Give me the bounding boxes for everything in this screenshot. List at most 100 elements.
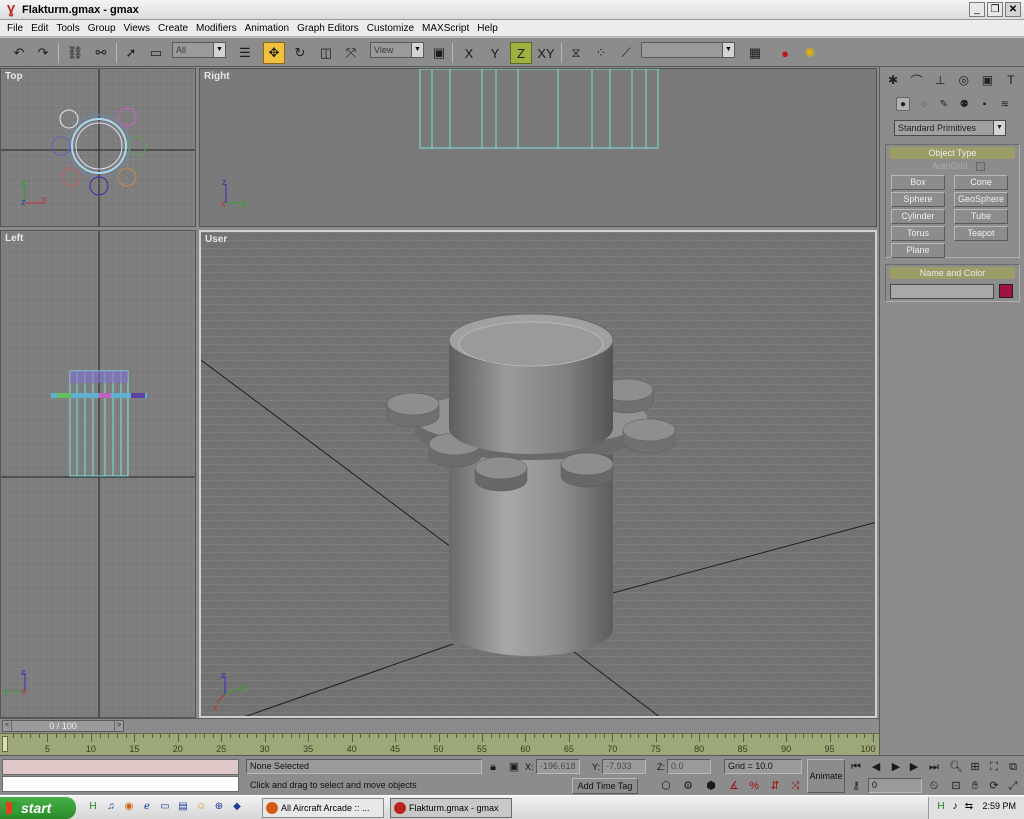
y-coord-field[interactable]: -7.933 (602, 759, 646, 774)
quicklaunch-search-icon[interactable]: ⊕ (212, 800, 226, 814)
box-button[interactable]: Box (891, 175, 945, 190)
selection-filter-dropdown[interactable]: All ▼ (172, 42, 226, 58)
viewport-left[interactable]: Left z y x (0, 230, 196, 718)
degradation-override-icon[interactable]: ⬡ (658, 778, 674, 794)
select-and-move-icon[interactable]: ✥ (263, 42, 285, 64)
pan-icon[interactable]: ✋︎ (967, 778, 983, 794)
menu-help[interactable]: Help (473, 23, 502, 34)
tray-speaker-icon[interactable]: ♪ (949, 801, 961, 813)
named-selection-dropdown[interactable]: ▼ (641, 42, 735, 58)
object-name-field[interactable] (890, 284, 994, 299)
next-frame-icon[interactable]: ▶ (906, 759, 922, 775)
zoom-all-icon[interactable]: ⊞ (967, 759, 983, 775)
align-icon[interactable]: ⟋ (615, 42, 637, 64)
region-zoom-icon[interactable]: ⊡ (948, 778, 964, 794)
lights-icon[interactable]: ✎ (937, 97, 951, 111)
helpers-icon[interactable]: ▪ (978, 97, 992, 111)
plane-button[interactable]: Plane (891, 243, 945, 258)
viewport-user[interactable]: User z y x (199, 230, 877, 718)
restrict-z-icon[interactable]: Z (510, 42, 532, 64)
percent-snap-icon[interactable]: % (746, 778, 762, 794)
tray-app-icon[interactable]: H (935, 801, 947, 813)
viewport-right[interactable]: Right z y x (199, 68, 877, 227)
track-bar[interactable]: 5 10 15 20 25 30 35 40 45 50 55 60 65 70 75 80 85 90 95 100 (0, 733, 879, 755)
key-mode-icon[interactable]: ⚷ (848, 778, 864, 794)
geosphere-button[interactable]: GeoSphere (954, 192, 1008, 207)
quicklaunch-desktop-icon[interactable]: ▭ (158, 800, 172, 814)
render-icon[interactable]: ✺ (799, 42, 821, 64)
quicklaunch-firefox-icon[interactable]: ◉ (122, 800, 136, 814)
shapes-icon[interactable]: ◌ (916, 97, 930, 111)
play-icon[interactable]: ▶ (888, 759, 904, 775)
zoom-extents-all-icon[interactable]: ⧉ (1005, 759, 1021, 775)
quicklaunch-app2-icon[interactable]: ◆ (230, 800, 244, 814)
select-manipulate-icon[interactable]: ⤧ (340, 42, 362, 64)
autogrid-checkbox[interactable] (976, 162, 985, 171)
torus-button[interactable]: Torus (891, 226, 945, 241)
restrict-y-icon[interactable]: Y (484, 42, 506, 64)
menu-file[interactable]: File (3, 23, 27, 34)
geometry-icon[interactable]: ● (896, 97, 910, 111)
object-type-header[interactable]: Object Type (890, 147, 1015, 159)
motion-tab-icon[interactable]: ◎ (955, 71, 973, 89)
menu-modifiers[interactable]: Modifiers (192, 23, 241, 34)
object-color-swatch[interactable] (999, 284, 1013, 298)
cameras-icon[interactable]: ⚉ (957, 97, 971, 111)
cone-button[interactable]: Cone (954, 175, 1008, 190)
display-tab-icon[interactable]: ▣ (978, 71, 996, 89)
quicklaunch-media-icon[interactable]: ♫ (104, 800, 118, 814)
select-object-icon[interactable]: ➚ (120, 42, 142, 64)
time-config-icon[interactable]: ⏲ (926, 778, 942, 794)
minimize-button[interactable]: _ (969, 2, 985, 17)
snap-toggle-icon[interactable]: ⬢ (703, 778, 719, 794)
select-and-scale-icon[interactable]: ◫ (315, 42, 337, 64)
menu-group[interactable]: Group (84, 23, 120, 34)
taskbar-item-gmax[interactable]: Flakturm.gmax - gmax (390, 798, 512, 818)
sphere-button[interactable]: Sphere (891, 192, 945, 207)
crossing-selection-icon[interactable]: ⚙ (680, 778, 696, 794)
utilities-tab-icon[interactable]: T (1002, 71, 1020, 89)
spinner-snap-2-icon[interactable]: ⤨ (787, 778, 803, 794)
go-to-end-icon[interactable]: ⏭ (926, 759, 942, 775)
select-by-name-icon[interactable]: ☰ (234, 42, 256, 64)
viewport-top[interactable]: Top y x z (0, 68, 196, 227)
create-tab-icon[interactable]: ✱ (884, 71, 902, 89)
modify-tab-icon[interactable]: ⌒ (908, 71, 926, 89)
maxscript-listener-input[interactable] (2, 759, 239, 775)
z-coord-field[interactable]: 0.0 (667, 759, 711, 774)
add-time-tag-button[interactable]: Add Time Tag (572, 778, 638, 794)
angle-snap-icon[interactable]: ∡ (726, 778, 742, 794)
time-slider[interactable]: < 0 / 100 > (0, 718, 879, 733)
quicklaunch-folder-icon[interactable]: ▤ (176, 800, 190, 814)
reference-coord-dropdown[interactable]: View ▼ (370, 42, 424, 58)
restrict-x-icon[interactable]: X (458, 42, 480, 64)
quicklaunch-messenger-icon[interactable]: ☺ (194, 800, 208, 814)
chevron-right-icon[interactable]: > (114, 721, 123, 731)
chevron-left-icon[interactable]: < (3, 721, 12, 731)
lock-selection-icon[interactable]: 🔒︎ (485, 759, 501, 775)
menu-graph-editors[interactable]: Graph Editors (293, 23, 363, 34)
menu-animation[interactable]: Animation (241, 23, 293, 34)
select-and-link-icon[interactable]: ⛓ (64, 42, 86, 64)
absolute-mode-icon[interactable]: ▣ (506, 759, 522, 775)
arc-rotate-icon[interactable]: ⟳ (986, 778, 1002, 794)
spinner-snap-icon[interactable]: ⇵ (767, 778, 783, 794)
menu-tools[interactable]: Tools (52, 23, 83, 34)
menu-create[interactable]: Create (154, 23, 192, 34)
menu-views[interactable]: Views (120, 23, 155, 34)
taskbar-item-firefox[interactable]: All Aircraft Arcade :: ... (262, 798, 384, 818)
quicklaunch-app-icon[interactable]: H (86, 800, 100, 814)
start-button[interactable]: start (0, 797, 76, 819)
primitive-category-dropdown[interactable]: Standard Primitives ▼ (894, 120, 1006, 136)
tube-button[interactable]: Tube (954, 209, 1008, 224)
current-frame-field[interactable]: 0 (868, 778, 922, 793)
go-to-start-icon[interactable]: ⏮ (848, 759, 864, 775)
material-editor-icon[interactable]: ● (774, 42, 796, 64)
restrict-xy-icon[interactable]: XY (535, 42, 557, 64)
time-slider-knob[interactable]: < 0 / 100 > (2, 720, 124, 732)
close-button[interactable]: ✕ (1005, 2, 1021, 17)
zoom-icon[interactable]: 🔍︎ (948, 759, 964, 775)
min-max-toggle-icon[interactable]: ⤢ (1005, 778, 1021, 794)
zoom-extents-icon[interactable]: ⛶ (986, 759, 1002, 775)
region-select-icon[interactable]: ▭ (145, 42, 167, 64)
